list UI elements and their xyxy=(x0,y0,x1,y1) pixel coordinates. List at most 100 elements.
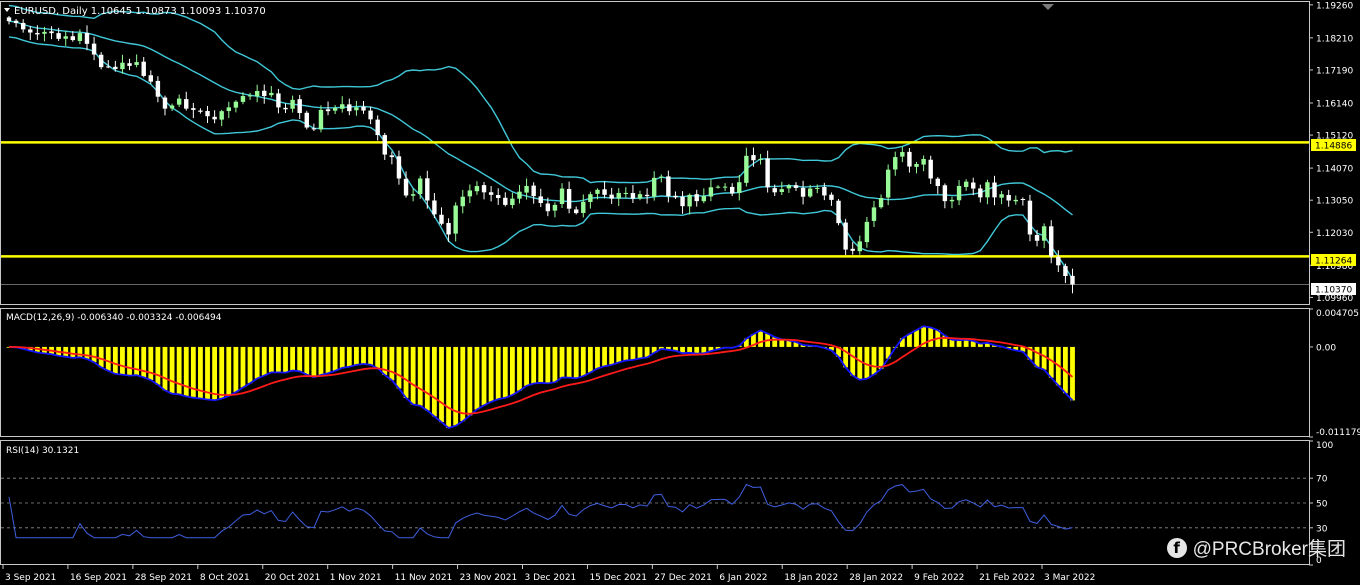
bollinger-lower-band xyxy=(8,36,1074,280)
candle-body xyxy=(595,189,600,194)
macd-histogram-bar xyxy=(580,346,586,377)
lower-level-label: 1.11264 xyxy=(1315,257,1352,267)
candle xyxy=(418,175,423,199)
candle-body xyxy=(630,193,636,199)
candle xyxy=(226,101,231,119)
macd-histogram-bar xyxy=(226,346,232,396)
candle-body xyxy=(999,194,1004,198)
candle-body xyxy=(971,182,976,189)
candle-body xyxy=(120,62,125,70)
macd-histogram-bar xyxy=(602,346,607,367)
candle-body xyxy=(283,107,288,110)
candle xyxy=(368,106,373,125)
candle xyxy=(517,184,522,204)
candle-body xyxy=(460,196,465,207)
candle xyxy=(467,184,473,204)
macd-histogram-bar xyxy=(857,346,863,380)
macd-histogram-bar xyxy=(91,346,97,363)
macd-histogram-bar xyxy=(77,346,83,358)
last-price-label: 1.10370 xyxy=(1315,286,1352,296)
macd-panel-frame xyxy=(0,308,1310,437)
candle xyxy=(630,185,636,204)
axes: 1.192601.182101.171901.161401.151201.140… xyxy=(2,1,1360,583)
candle-body xyxy=(985,182,990,198)
candle-body xyxy=(361,106,366,111)
macd-histogram-bar xyxy=(176,346,182,395)
candle xyxy=(347,98,352,116)
candle xyxy=(162,95,168,116)
macd-histogram-bar xyxy=(630,346,636,360)
time-tick-label: 20 Oct 2021 xyxy=(265,573,321,583)
candle-body xyxy=(212,116,217,120)
candle-body xyxy=(155,80,161,97)
candle xyxy=(269,86,274,98)
candle xyxy=(1027,194,1033,242)
facebook-icon: f xyxy=(1166,537,1187,558)
candle xyxy=(1041,223,1047,249)
macd-histogram-bar xyxy=(914,330,919,347)
candle xyxy=(354,100,359,116)
candle xyxy=(616,188,621,207)
candle xyxy=(488,186,494,202)
candle xyxy=(694,189,699,207)
candle xyxy=(361,100,366,114)
candle-body xyxy=(1020,199,1026,201)
candle-body xyxy=(42,31,47,34)
macd-histogram-bar xyxy=(169,346,175,394)
macd-histogram-bar xyxy=(949,339,955,347)
candle-body xyxy=(347,104,352,112)
candle-body xyxy=(474,186,480,192)
candle-body xyxy=(418,178,423,194)
candle xyxy=(729,183,735,196)
macd-tick-label: 0.00 xyxy=(1316,343,1336,353)
candle xyxy=(1070,268,1075,294)
time-tick-label: 3 Sep 2021 xyxy=(5,573,56,583)
macd-histogram-bar xyxy=(354,346,359,365)
candle-body xyxy=(864,221,870,243)
watermark-text: @PRCBroker集团 xyxy=(1192,539,1346,560)
candle-body xyxy=(56,33,61,39)
candle-body xyxy=(410,194,416,196)
macd-histogram-bar xyxy=(247,346,253,384)
candle-body xyxy=(70,36,76,41)
scroll-marker-icon[interactable] xyxy=(1042,4,1054,10)
candle-body xyxy=(722,186,728,188)
rsi-tick-label: 50 xyxy=(1316,500,1328,510)
price-tick-label: 1.14070 xyxy=(1316,165,1353,175)
candle xyxy=(20,19,26,33)
candle-body xyxy=(928,159,933,179)
candle-body xyxy=(127,63,132,66)
candle-body xyxy=(807,188,813,197)
candle xyxy=(708,179,714,202)
candle-body xyxy=(98,54,104,68)
candle-body xyxy=(354,107,359,111)
candle-body xyxy=(1070,275,1075,285)
macd-histogram-bar xyxy=(502,346,508,398)
candle-body xyxy=(332,108,338,111)
candle xyxy=(935,177,940,194)
macd-histogram-bar xyxy=(212,346,218,401)
time-tick-label: 27 Dec 2021 xyxy=(654,573,712,583)
candle xyxy=(233,100,239,113)
candle xyxy=(382,132,387,160)
symbol-menu-arrow-icon[interactable] xyxy=(4,8,10,12)
candle xyxy=(318,105,324,133)
candle xyxy=(829,192,834,206)
candle-body xyxy=(524,186,529,193)
candle-body xyxy=(20,22,26,30)
candle-body xyxy=(531,185,536,197)
macd-histogram-bar xyxy=(566,346,572,378)
macd-histogram-bar xyxy=(155,346,161,385)
macd-histogram-bar xyxy=(439,346,444,423)
candle-body xyxy=(1049,226,1054,257)
candle-body xyxy=(297,99,302,114)
candle xyxy=(474,181,480,195)
time-tick-label: 9 Feb 2022 xyxy=(914,573,964,583)
candle xyxy=(744,147,749,187)
candle-body xyxy=(907,151,912,167)
candle-body xyxy=(262,90,267,97)
macd-histogram-bar xyxy=(389,346,395,381)
macd-histogram-bar xyxy=(233,346,239,393)
candle-body xyxy=(269,92,274,96)
chart-title: EURUSD, Daily 1.10645 1.10873 1.10093 1.… xyxy=(14,6,266,17)
